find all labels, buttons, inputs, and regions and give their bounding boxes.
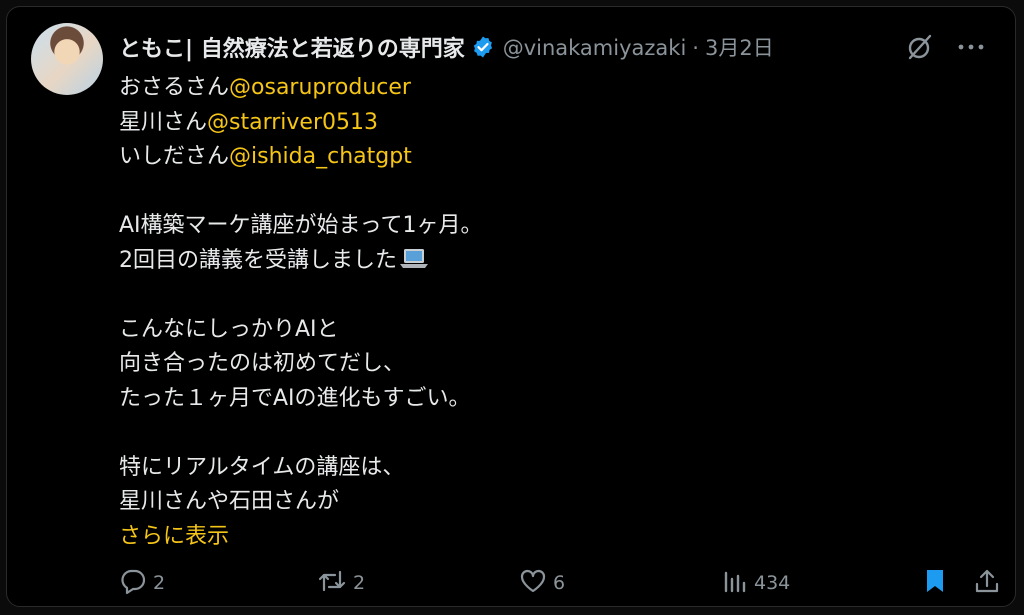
more-icon[interactable]: [957, 42, 985, 52]
views-icon: [722, 567, 748, 600]
views-button[interactable]: 434: [722, 567, 790, 600]
like-button[interactable]: 6: [519, 567, 565, 600]
line-text: 特にリアルタイムの講座は、: [119, 454, 405, 480]
show-more-line: さらに表示: [119, 520, 975, 555]
display-name[interactable]: ともこ| 自然療法と若返りの専門家: [119, 31, 465, 63]
mention-link[interactable]: @osaruproducer: [229, 75, 411, 100]
tweet-line: 向き合ったのは初めてだし、: [119, 347, 975, 382]
bookmark-button[interactable]: [922, 567, 948, 600]
reply-icon: [119, 567, 147, 600]
mention-link[interactable]: @ishida_chatgpt: [229, 144, 412, 169]
tweet-line: 2回目の講義を受講しました: [119, 244, 975, 279]
retweet-count: 2: [353, 572, 366, 594]
retweet-button[interactable]: 2: [317, 567, 365, 600]
line-text: 星川さんや石田さんが: [119, 489, 340, 514]
tweet-line: おさるさん@osaruproducer: [119, 71, 975, 106]
line-text: AI構築マーケ講座が始まって1ヶ月。: [119, 213, 483, 238]
separator: ·: [692, 36, 699, 60]
line-text: 2回目の講義を受講しました: [119, 247, 397, 273]
grok-icon[interactable]: [905, 32, 935, 62]
avatar[interactable]: [31, 23, 103, 95]
line-text: 向き合ったのは初めてだし、: [119, 351, 406, 376]
line-text: たった１ヶ月でAIの進化もすごい。: [119, 385, 471, 411]
tweet-line: AI構築マーケ講座が始まって1ヶ月。: [119, 209, 975, 244]
like-icon: [519, 567, 547, 600]
reply-button[interactable]: 2: [119, 567, 165, 600]
tweet-line: 星川さん@starriver0513: [119, 106, 975, 141]
show-more-link[interactable]: さらに表示: [119, 524, 229, 549]
tweet-line: たった１ヶ月でAIの進化もすごい。: [119, 382, 975, 417]
reply-count: 2: [153, 572, 166, 594]
header-actions: [905, 29, 985, 65]
handle[interactable]: @vinakamiyazaki: [503, 36, 687, 60]
tweet-line: 特にリアルタイムの講座は、: [119, 451, 975, 486]
retweet-icon: [317, 567, 347, 600]
laptop-icon: [399, 247, 429, 282]
line-text: いしださん: [119, 144, 230, 169]
mention-link[interactable]: @starriver0513: [207, 110, 378, 135]
tweet-line: 星川さんや石田さんが: [119, 485, 975, 520]
verified-badge-icon[interactable]: [471, 35, 495, 59]
share-button[interactable]: [974, 567, 1000, 600]
post-date[interactable]: 3月2日: [705, 36, 774, 60]
author-meta: @vinakamiyazaki · 3月2日: [503, 32, 774, 62]
like-count: 6: [553, 572, 566, 594]
bookmark-icon: [922, 567, 948, 600]
tweet-card: ともこ| 自然療法と若返りの専門家 @vinakamiyazaki·3月2日: [6, 6, 1016, 607]
tweet-line: こんなにしっかりAIと: [119, 313, 975, 348]
tweet-line: いしださん@ishida_chatgpt: [119, 140, 975, 175]
line-text: おさるさん: [119, 75, 230, 100]
share-icon: [974, 567, 1000, 600]
line-text: 星川さん: [119, 109, 208, 135]
view-count: 434: [754, 572, 791, 594]
line-text: こんなにしっかりAIと: [119, 316, 339, 342]
tweet-text: おさるさん@osaruproducer 星川さん@starriver0513 い…: [119, 71, 975, 554]
action-bar: 2 2 6 434: [119, 567, 999, 600]
tweet-header: ともこ| 自然療法と若返りの専門家 @vinakamiyazaki · 3月2日: [119, 29, 995, 65]
